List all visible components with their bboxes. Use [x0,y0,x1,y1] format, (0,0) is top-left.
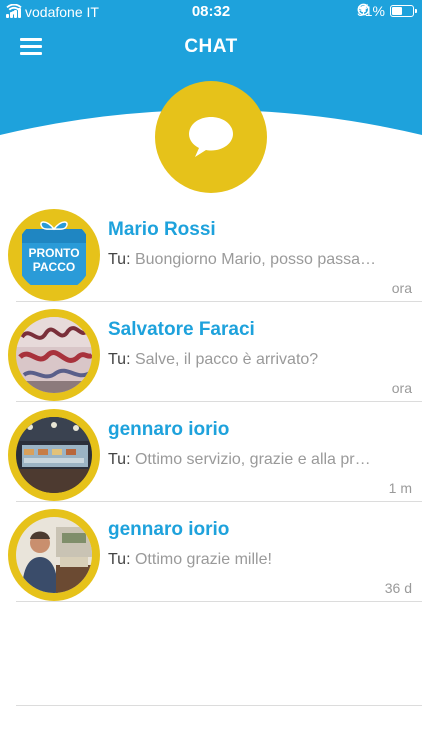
message-time: 36 d [384,580,412,596]
avatar [16,317,92,393]
chat-list: PRONTO PACCO Mario Rossi Tu: Buongiorno … [0,202,422,602]
contact-name: gennaro iorio [108,419,230,440]
person-photo [16,517,92,593]
graffiti-photo [16,317,92,393]
chat-row[interactable]: Salvatore Faraci Tu: Salve, il pacco è a… [0,302,422,402]
message-preview: Tu: Ottimo grazie mille! [108,551,408,569]
battery-icon [390,5,417,17]
sender-label: Tu: [108,251,131,268]
shop-counter-photo [16,417,92,493]
status-bar: vodafone IT 08:32 51% [0,0,422,24]
pronto-pacco-logo: PRONTO PACCO [16,217,92,293]
chat-bubble-icon [189,117,233,157]
message-preview: Tu: Salve, il pacco è arrivato? [108,351,408,369]
logo-text-line1: PRONTO [28,246,79,260]
status-right: 51% [357,3,417,19]
chat-row[interactable]: PRONTO PACCO Mario Rossi Tu: Buongiorno … [0,202,422,302]
avatar [16,517,92,593]
message-time: ora [391,380,412,396]
message-text: Ottimo grazie mille! [134,551,272,568]
avatar: PRONTO PACCO [16,217,92,293]
contact-name: Mario Rossi [108,219,216,240]
message-preview: Tu: Buongiorno Mario, posso passa… [108,251,408,269]
contact-name: Salvatore Faraci [108,319,255,340]
logo-text-line2: PACCO [33,260,75,274]
avatar [16,417,92,493]
sender-label: Tu: [108,451,131,468]
chat-row[interactable]: gennaro iorio Tu: Ottimo grazie mille! 3… [0,502,422,602]
bottom-divider [16,705,422,706]
message-time: 1 m [388,480,412,496]
location-arrow-icon [357,4,368,14]
avatar-ring [8,509,100,601]
message-text: Ottimo servizio, grazie e alla pr… [134,451,371,468]
avatar-ring [8,309,100,401]
row-divider [16,601,422,602]
page-title: CHAT [184,36,238,57]
avatar-ring: PRONTO PACCO [8,209,100,301]
sender-label: Tu: [108,351,131,368]
message-time: ora [391,280,412,296]
message-text: Salve, il pacco è arrivato? [134,351,319,368]
avatar-ring [8,409,100,501]
sender-label: Tu: [108,551,131,568]
chat-bubble-badge [155,81,267,193]
contact-name: gennaro iorio [108,519,230,540]
battery-level [392,7,402,15]
message-preview: Tu: Ottimo servizio, grazie e alla pr… [108,451,408,469]
chat-row[interactable]: gennaro iorio Tu: Ottimo servizio, grazi… [0,402,422,502]
message-text: Buongiorno Mario, posso passa… [134,251,377,268]
